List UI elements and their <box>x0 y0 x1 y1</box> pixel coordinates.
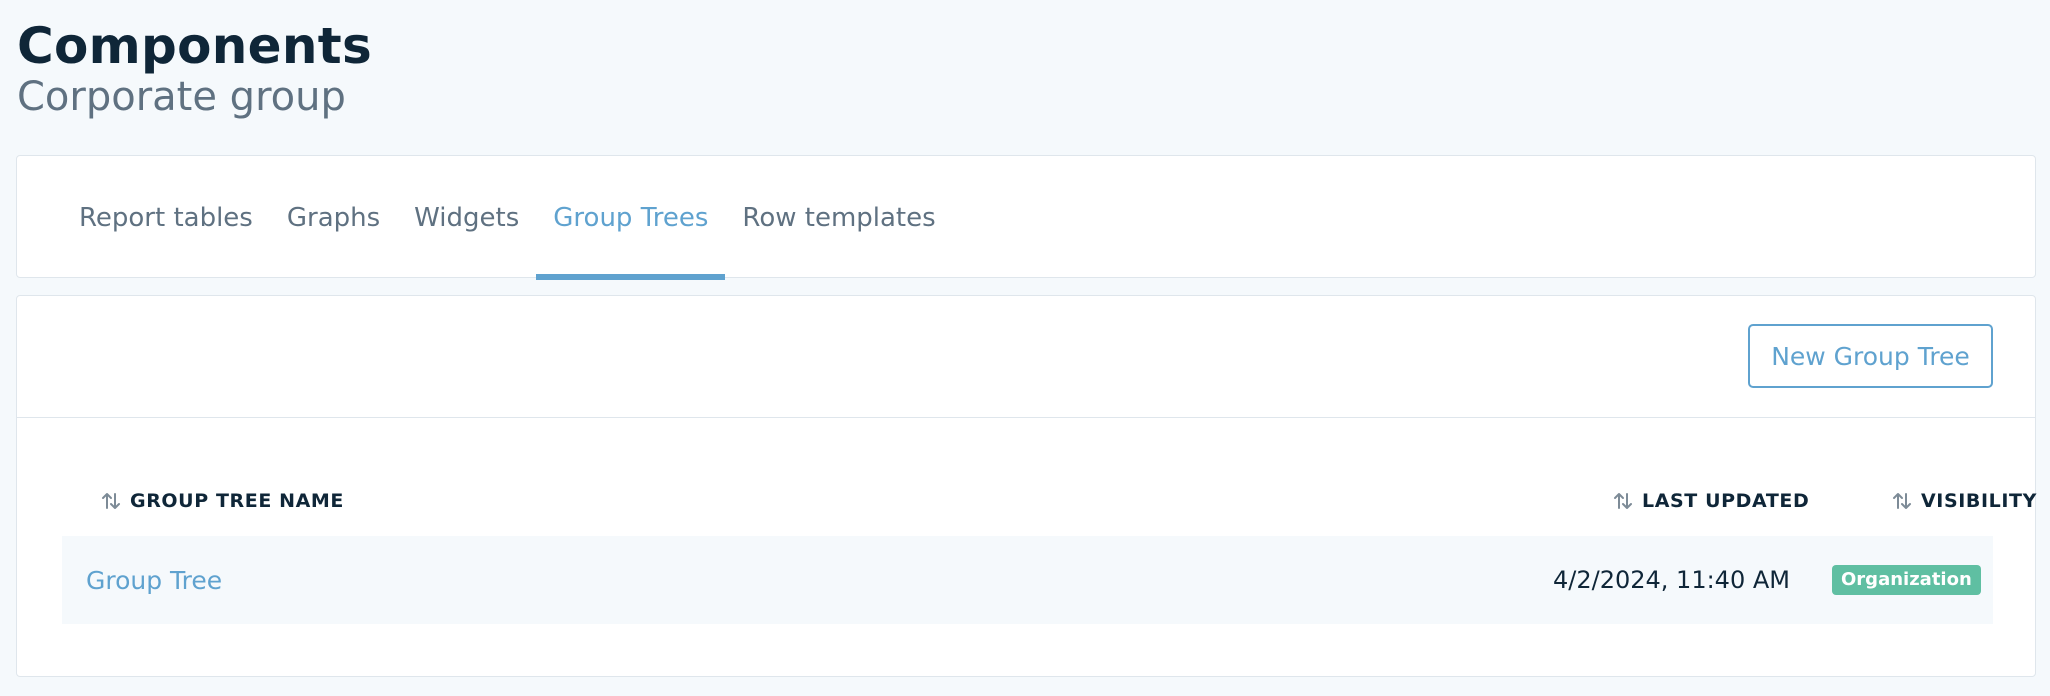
visibility-badge: Organization <box>1832 565 1981 595</box>
tab-label: Report tables <box>79 202 253 233</box>
column-header-label: VISIBILITY <box>1921 490 2037 512</box>
column-header-visibility[interactable]: VISIBILITY <box>1891 466 2037 536</box>
group-tree-link[interactable]: Group Tree <box>86 566 222 595</box>
content-card: New Group Tree GROUP TREE NAME LAST UPDA… <box>16 295 2036 677</box>
column-header-last-updated[interactable]: LAST UPDATED <box>1612 466 1809 536</box>
tab-group-trees[interactable]: Group Trees <box>536 156 726 280</box>
page: Components Corporate group Report tables… <box>0 0 2050 696</box>
group-tree-name-cell: Group Tree <box>86 536 222 624</box>
visibility-cell: Organization <box>1832 536 1981 624</box>
tab-row-templates[interactable]: Row templates <box>725 156 952 279</box>
tab-label: Row templates <box>742 202 936 233</box>
last-updated-cell: 4/2/2024, 11:40 AM <box>1553 536 1790 624</box>
page-title: Components <box>17 17 373 75</box>
sort-icon <box>102 493 120 509</box>
sort-icon <box>1614 493 1632 509</box>
tab-bar: Report tables Graphs Widgets Group Trees… <box>79 156 953 280</box>
table-header: GROUP TREE NAME LAST UPDATED VISIBILITY <box>62 466 2036 536</box>
column-header-label: GROUP TREE NAME <box>130 490 345 512</box>
group-trees-table: GROUP TREE NAME LAST UPDATED VISIBILITY … <box>62 466 2036 624</box>
last-updated-value: 4/2/2024, 11:40 AM <box>1553 566 1790 594</box>
tabs-card: Report tables Graphs Widgets Group Trees… <box>16 155 2036 280</box>
toolbar: New Group Tree <box>17 296 2035 418</box>
column-header-label: LAST UPDATED <box>1642 490 1810 512</box>
new-group-tree-button[interactable]: New Group Tree <box>1748 324 1993 388</box>
tab-graphs[interactable]: Graphs <box>270 156 397 279</box>
tab-label: Widgets <box>414 202 520 233</box>
table-row: Group Tree 4/2/2024, 11:40 AM Organizati… <box>62 536 1993 624</box>
sort-icon <box>1893 493 1911 509</box>
tab-label: Graphs <box>286 202 381 233</box>
tab-label: Group Trees <box>553 202 709 233</box>
page-subtitle: Corporate group <box>17 74 346 120</box>
tab-widgets[interactable]: Widgets <box>397 156 536 279</box>
page-header: Components Corporate group <box>17 14 372 120</box>
column-header-group-tree-name[interactable]: GROUP TREE NAME <box>100 466 344 536</box>
tab-report-tables[interactable]: Report tables <box>62 156 270 279</box>
